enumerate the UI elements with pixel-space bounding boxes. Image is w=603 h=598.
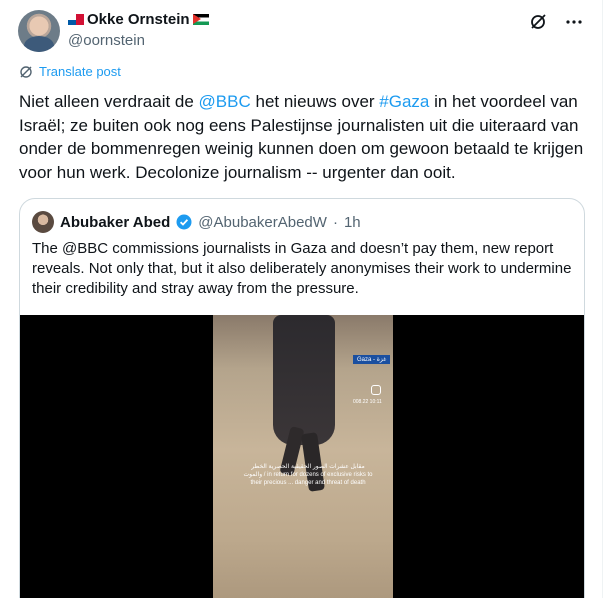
verified-badge-icon <box>176 214 192 230</box>
instagram-icon <box>371 385 381 395</box>
translate-icon <box>20 65 32 78</box>
video-person <box>273 315 335 445</box>
video-player[interactable]: Gaza - غزة 008.22 10:11 مقابل عشرات الصو… <box>20 315 584 598</box>
author-name-row[interactable]: Okke Ornstein <box>68 11 209 28</box>
hashtag-link[interactable]: #Gaza <box>379 92 429 111</box>
video-location-tag: Gaza - غزة <box>353 355 391 364</box>
palestine-flag-icon <box>192 14 209 25</box>
mention-link[interactable]: @BBC <box>199 92 251 111</box>
author-handle[interactable]: @oornstein <box>68 32 145 49</box>
author-avatar[interactable] <box>18 10 60 52</box>
quoted-post-time[interactable]: 1h <box>344 214 361 231</box>
post-text-seg2: het nieuws over <box>250 92 380 111</box>
quoted-post-text: The @BBC commissions journalists in Gaza… <box>32 240 572 297</box>
translate-post-link[interactable]: Translate post <box>19 64 121 79</box>
quoted-author-avatar[interactable] <box>32 211 54 233</box>
quoted-post[interactable]: Abubaker Abed @AbubakerAbedW · 1h The @B… <box>19 198 585 598</box>
video-frame: Gaza - غزة 008.22 10:11 مقابل عشرات الصو… <box>213 315 393 598</box>
more-icon[interactable] <box>564 12 584 32</box>
meta-separator: · <box>332 213 338 231</box>
quoted-post-header: Abubaker Abed @AbubakerAbedW · 1h <box>32 211 361 233</box>
post-text-seg1: Niet alleen verdraait de <box>19 92 199 111</box>
grok-icon[interactable] <box>528 12 548 32</box>
translate-label[interactable]: Translate post <box>39 64 121 79</box>
video-timestamp: 008.22 10:11 <box>353 399 382 405</box>
quoted-author-handle[interactable]: @AbubakerAbedW <box>198 214 327 231</box>
post-text: Niet alleen verdraait de @BBC het nieuws… <box>19 90 591 184</box>
author-display-name[interactable]: Okke Ornstein <box>87 11 190 28</box>
post-actions <box>528 12 584 32</box>
post-card: Okke Ornstein @oornstein Translate post … <box>0 0 603 598</box>
video-caption: مقابل عشرات الصور الحقيقية الحصرية الخطر… <box>243 464 373 486</box>
quoted-author-name[interactable]: Abubaker Abed <box>60 214 170 231</box>
panama-flag-icon <box>68 14 84 25</box>
